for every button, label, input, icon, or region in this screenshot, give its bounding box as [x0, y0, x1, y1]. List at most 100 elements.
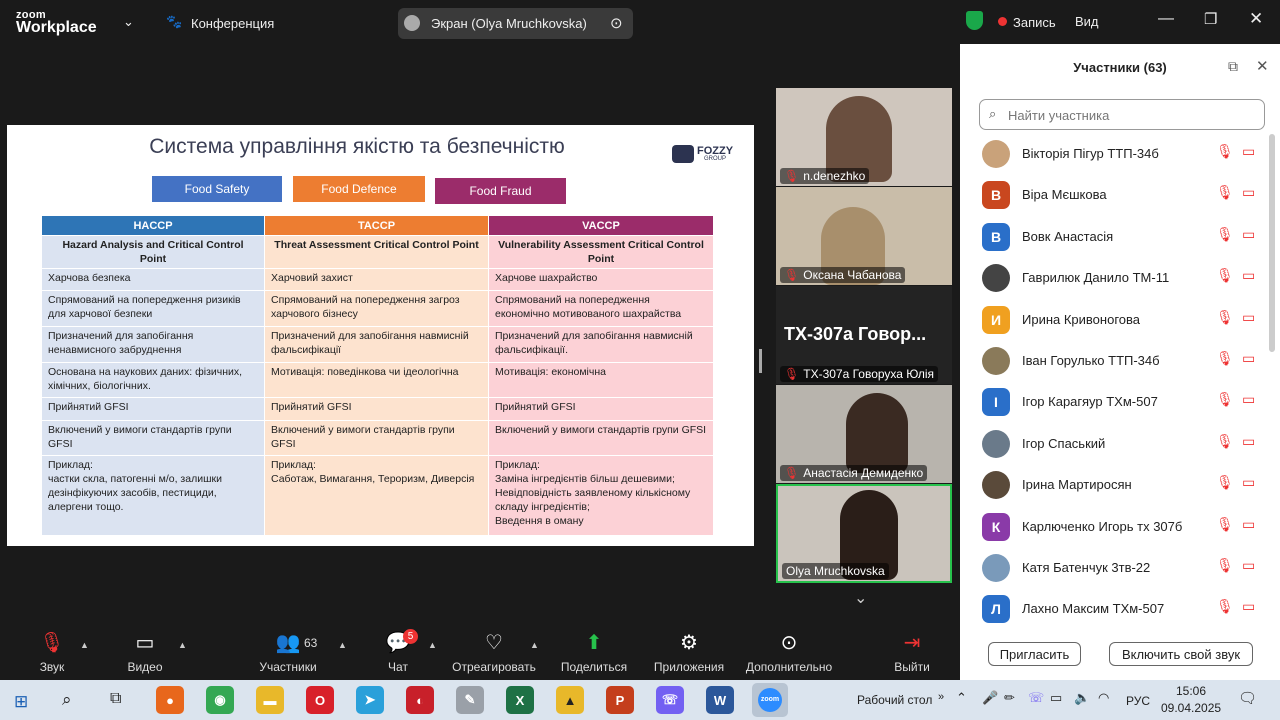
video-tile[interactable]: ТХ-307а Говор... 🎙 ТХ-307а Говоруха Юлія [776, 286, 952, 384]
participants-button[interactable]: 👥 Участники [252, 622, 324, 680]
clock-date[interactable]: 09.04.2025 [1161, 701, 1221, 715]
windows-start-icon[interactable]: ⊞ [14, 692, 28, 712]
participant-row[interactable]: І Ігор Карагяур ТХм-507 🎙 ▭ [960, 381, 1280, 422]
opera-icon[interactable]: O [306, 686, 334, 714]
language-indicator[interactable]: РУС [1126, 694, 1150, 708]
participant-row[interactable]: В Вовк Анастасія 🎙 ▭ [960, 216, 1280, 257]
close-icon[interactable]: ✕ [1249, 9, 1263, 29]
paint-icon[interactable]: ✎ [456, 686, 484, 714]
clock-time[interactable]: 15:06 [1176, 684, 1206, 698]
participant-name: Лахно Максим ТХм-507 [1022, 601, 1165, 617]
muted-mic-icon: 🎙 [1216, 225, 1234, 242]
tag-food-safety: Food Safety [152, 176, 282, 202]
participant-name: Вовк Анастасія [1022, 228, 1114, 244]
leave-icon: ⇥ [903, 632, 921, 654]
video-off-icon: ▭ [1242, 432, 1256, 449]
viber-icon[interactable]: ☏ [656, 686, 684, 714]
close-icon[interactable]: ✕ [1256, 57, 1269, 75]
view-button[interactable]: Вид [1075, 14, 1099, 29]
record-label[interactable]: Запись [1013, 15, 1056, 30]
table-cell: Threat Assessment Critical Control Point [264, 235, 489, 269]
chevron-up-icon[interactable]: ⌃ [956, 690, 967, 706]
firefox-icon[interactable]: ● [156, 686, 184, 714]
pen-icon[interactable]: ✏ [1004, 690, 1015, 706]
chevron-up-icon[interactable]: ▲ [530, 640, 539, 650]
table-cell: Прийнятий GFSI [41, 397, 265, 421]
muted-mic-icon: 🎙 [784, 169, 800, 183]
tile-big-name: ТХ-307а Говор... [784, 324, 927, 344]
chevron-up-icon[interactable]: ▲ [178, 640, 187, 650]
volume-icon[interactable]: 🔈 [1074, 690, 1090, 706]
more-icon[interactable]: ⊙ [610, 14, 623, 32]
video-button[interactable]: ▭ Видео [120, 622, 170, 680]
microphone-icon[interactable]: 🎤 [982, 690, 998, 706]
wifi-icon[interactable]: ◠ [1098, 690, 1109, 706]
popout-icon[interactable]: ⧉ [1228, 58, 1238, 75]
more-button[interactable]: ⊙ Дополнительно [740, 622, 838, 680]
muted-mic-icon: 🎙 [1216, 598, 1234, 615]
participant-row[interactable]: И Ирина Кривоногова 🎙 ▭ [960, 299, 1280, 340]
participants-count: 63 [304, 636, 318, 650]
powerpoint-icon[interactable]: P [606, 686, 634, 714]
mute-button[interactable]: 🎙 Звук [30, 622, 74, 680]
search-input[interactable]: ⌕ Найти участника [979, 99, 1265, 130]
participant-row[interactable]: Вікторія Пігур ТТП-34б 🎙 ▭ [960, 133, 1280, 174]
participant-row[interactable]: Катя Батенчук 3тв-22 🎙 ▭ [960, 547, 1280, 588]
word-icon[interactable]: W [706, 686, 734, 714]
notifications-icon[interactable]: 🗨 [1238, 689, 1257, 707]
telegram-icon[interactable]: ➤ [356, 686, 384, 714]
share-button[interactable]: ⬆ Поделиться [558, 622, 630, 680]
restore-icon[interactable]: ❐ [1204, 10, 1217, 28]
muted-mic-icon: 🎙 [1216, 143, 1234, 159]
screen-share-pill[interactable]: Экран (Olya Mruchkovska) ⊙ [398, 8, 633, 39]
video-tile[interactable]: 🎙 Анастасія Демиденко [776, 385, 952, 483]
apps-button[interactable]: ⚙ Приложения [648, 622, 730, 680]
participant-name: Гаврилюк Данило ТМ-11 [1022, 270, 1170, 286]
desktop-label[interactable]: Рабочий стол [857, 693, 932, 707]
unmute-self-button[interactable]: Включить свой звук [1109, 642, 1253, 666]
viber-tray-icon[interactable]: ☏ [1028, 690, 1044, 706]
participant-row[interactable]: Ігор Спаський 🎙 ▭ [960, 423, 1280, 464]
excel-icon[interactable]: X [506, 686, 534, 714]
participant-name: Карлюченко Игорь тх 307б [1022, 518, 1183, 534]
chevron-down-icon[interactable]: ⌄ [854, 588, 867, 608]
heart-icon: ♡ [485, 632, 503, 654]
chevron-icon[interactable]: » [938, 691, 944, 703]
search-icon[interactable]: ⌕ [62, 690, 72, 710]
muted-mic-icon: 🎙 [1216, 184, 1234, 201]
chevron-up-icon[interactable]: ▲ [428, 640, 437, 650]
avatar: В [982, 181, 1010, 210]
meeting-title[interactable]: Конференция [191, 16, 274, 31]
participant-row[interactable]: Л Лахно Максим ТХм-507 🎙 ▭ [960, 588, 1280, 629]
chevron-up-icon[interactable]: ▲ [80, 640, 89, 650]
video-tile[interactable]: 🎙 n.denezhko [776, 88, 952, 186]
zoom-taskbar-button[interactable]: zoom [752, 683, 788, 717]
react-button[interactable]: ♡ Отреагировать [448, 622, 540, 680]
video-off-icon: ▭ [1242, 515, 1256, 532]
chrome-icon[interactable]: ◉ [206, 686, 234, 714]
leave-button[interactable]: ⇥ Выйти [890, 622, 934, 680]
task-view-icon[interactable]: ⧉ [110, 690, 121, 708]
minimize-icon[interactable]: — [1158, 10, 1174, 28]
avatar [404, 15, 420, 31]
participant-name: Віра Мєшкова [1022, 187, 1107, 203]
app-icon[interactable]: ▲ [556, 686, 584, 714]
video-tile[interactable]: 🎙 Оксана Чабанова [776, 187, 952, 285]
app-icon[interactable]: ◐ [406, 686, 434, 714]
chevron-up-icon[interactable]: ▲ [338, 640, 347, 650]
video-tile-active-speaker[interactable]: Olya Mruchkovska [776, 484, 952, 583]
invite-button[interactable]: Пригласить [988, 642, 1081, 666]
paw-icon: 🐾 [166, 14, 183, 29]
battery-icon[interactable]: ▭ [1050, 690, 1062, 706]
video-off-icon: ▭ [1242, 391, 1256, 408]
participant-row[interactable]: Ірина Мартиросян 🎙 ▭ [960, 464, 1280, 505]
participant-row[interactable]: Гаврилюк Данило ТМ-11 🎙 ▭ [960, 257, 1280, 298]
participant-row[interactable]: К Карлюченко Игорь тх 307б 🎙 ▭ [960, 506, 1280, 547]
file-explorer-icon[interactable]: ▬ [256, 686, 284, 714]
participant-row[interactable]: Іван Горулько ТТП-34б 🎙 ▭ [960, 340, 1280, 381]
chevron-down-icon[interactable]: ⌄ [123, 14, 134, 30]
participant-row[interactable]: В Віра Мєшкова 🎙 ▭ [960, 174, 1280, 215]
table-cell: Включений у вимоги стандартів групи GFSI [488, 420, 714, 456]
muted-mic-icon: 🎙 [1216, 557, 1234, 573]
resize-handle[interactable] [759, 349, 762, 373]
